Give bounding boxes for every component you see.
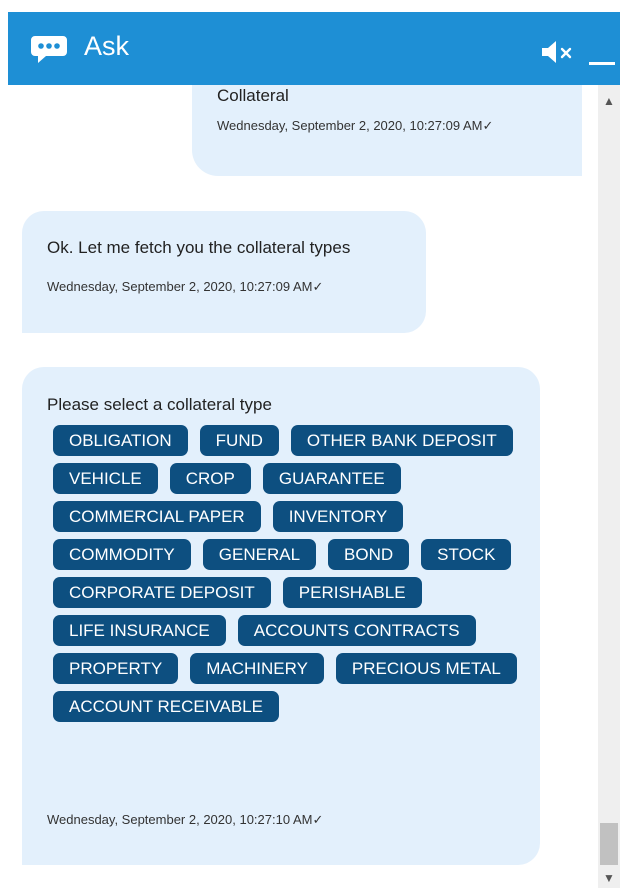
collateral-option-button[interactable]: PROPERTY [53,653,179,684]
scroll-down-icon[interactable]: ▼ [598,868,620,888]
collateral-option-button[interactable]: VEHICLE [53,463,158,494]
chat-transcript: Collateral Wednesday, September 2, 2020,… [8,85,598,888]
collateral-option-button[interactable]: FUND [199,425,279,456]
collateral-option-button[interactable]: OTHER BANK DEPOSIT [290,425,513,456]
message-text: Ok. Let me fetch you the collateral type… [47,238,351,257]
collateral-option-button[interactable]: CROP [169,463,251,494]
collateral-option-button[interactable]: COMMODITY [53,539,191,570]
chat-header: Ask [8,12,620,85]
collateral-option-button[interactable]: GENERAL [202,539,317,570]
message-timestamp: Wednesday, September 2, 2020, 10:27:10 A… [47,812,324,827]
collateral-option-button[interactable]: INVENTORY [272,501,404,532]
minimize-icon[interactable] [588,38,616,68]
collateral-option-button[interactable]: STOCK [421,539,512,570]
bot-message: Ok. Let me fetch you the collateral type… [22,211,426,333]
collateral-option-button[interactable]: LIFE INSURANCE [53,615,226,646]
chat-bubble-icon [31,36,67,63]
collateral-option-button[interactable]: ACCOUNT RECEIVABLE [53,691,279,722]
chat-title: Ask [84,31,130,61]
collateral-options: OBLIGATION FUND OTHER BANK DEPOSIT VEHICLE C… [53,425,523,722]
message-timestamp: Wednesday, September 2, 2020, 10:27:09 A… [47,279,324,294]
message-text: Please select a collateral type [47,395,272,414]
collateral-option-button[interactable]: PRECIOUS METAL [335,653,517,684]
scrollbar[interactable]: ▲ ▼ [598,85,620,888]
collateral-option-button[interactable]: CORPORATE DEPOSIT [53,577,271,608]
collateral-option-button[interactable]: BOND [328,539,410,570]
scroll-up-icon[interactable]: ▲ [598,91,620,111]
message-text: Collateral [217,86,289,105]
collateral-option-button[interactable]: COMMERCIAL PAPER [53,501,261,532]
collateral-option-button[interactable]: GUARANTEE [262,463,401,494]
collateral-option-button[interactable]: MACHINERY [190,653,324,684]
speaker-muted-icon[interactable] [540,40,574,64]
bot-message-options: Please select a collateral type OBLIGATI… [22,367,540,865]
collateral-option-button[interactable]: OBLIGATION [53,425,188,456]
collateral-option-button[interactable]: PERISHABLE [282,577,422,608]
user-message: Collateral Wednesday, September 2, 2020,… [192,85,582,176]
scrollbar-thumb[interactable] [600,823,618,865]
message-timestamp: Wednesday, September 2, 2020, 10:27:09 A… [217,118,494,133]
collateral-option-button[interactable]: ACCOUNTS CONTRACTS [237,615,476,646]
